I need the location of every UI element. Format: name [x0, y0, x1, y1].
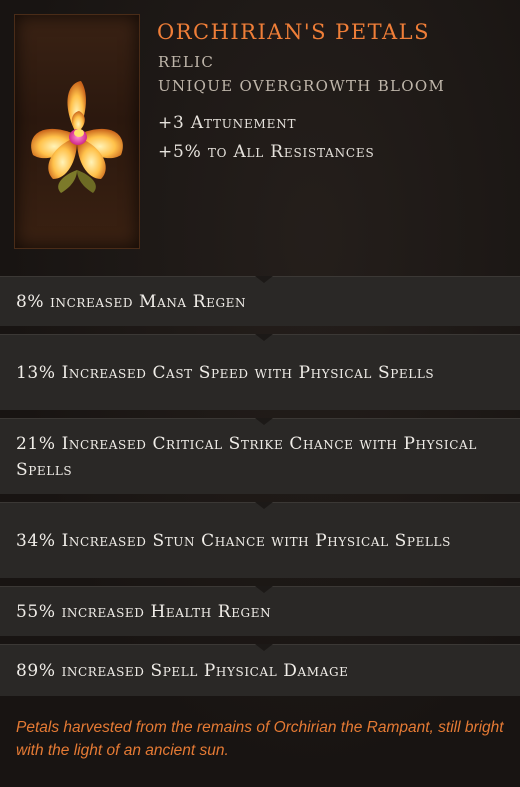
affix-row: 55% increased Health Regen: [0, 586, 520, 636]
affix-divider-notch: [255, 276, 273, 283]
affix-divider-notch: [255, 334, 273, 341]
affix-row: 8% increased Mana Regen: [0, 276, 520, 326]
affix-text: 21% Increased Critical Strike Chance wit…: [16, 433, 477, 480]
item-name: Orchirian's Petals: [157, 20, 431, 44]
implicit-stat: +3 Attunement: [158, 113, 297, 133]
affix-text: 89% increased Spell Physical Damage: [16, 660, 349, 681]
item-header: Orchirian's Petals Relic Unique Overgrow…: [0, 0, 520, 275]
lore-text: Petals harvested from the remains of Orc…: [16, 719, 504, 759]
affix-divider-notch: [255, 418, 273, 425]
affix-row: 89% increased Spell Physical Damage: [0, 644, 520, 696]
item-type: Relic: [158, 53, 215, 71]
item-subtype: Unique Overgrowth Bloom: [158, 77, 446, 95]
item-art-frame: [14, 14, 140, 249]
affix-text: 13% Increased Cast Speed with Physical S…: [16, 362, 435, 383]
affix-divider-notch: [255, 644, 273, 651]
affix-divider-notch: [255, 586, 273, 593]
affix-text: 34% Increased Stun Chance with Physical …: [16, 530, 451, 551]
item-tooltip: Orchirian's Petals Relic Unique Overgrow…: [0, 0, 520, 787]
affix-text: 55% increased Health Regen: [16, 601, 272, 622]
affix-text: 8% increased Mana Regen: [16, 291, 247, 312]
affix-row: 13% Increased Cast Speed with Physical S…: [0, 334, 520, 410]
orchid-flower-icon: [31, 81, 123, 193]
implicit-stat: +5% to All Resistances: [158, 142, 375, 162]
affix-row: 21% Increased Critical Strike Chance wit…: [0, 418, 520, 494]
affix-row: 34% Increased Stun Chance with Physical …: [0, 502, 520, 578]
affix-divider-notch: [255, 502, 273, 509]
